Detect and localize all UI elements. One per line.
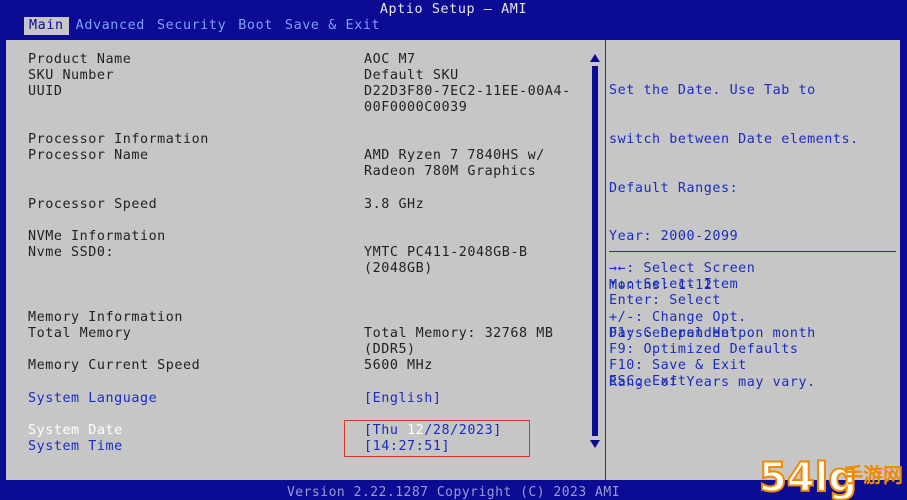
help-line: switch between Date elements.	[609, 132, 859, 148]
nvme-ssd-label: Nvme SSD0:	[28, 245, 115, 260]
nvme-ssd-value-line1: YMTC PC411-2048GB-B	[364, 245, 528, 260]
tab-advanced[interactable]: Advanced	[71, 17, 150, 35]
uuid-label: UUID	[28, 84, 63, 99]
system-time-label[interactable]: System Time	[28, 439, 123, 455]
product-name-value: AOC M7	[364, 52, 416, 67]
scrollbar-thumb[interactable]	[592, 66, 598, 436]
key-select-item: ↑↓: Select Item	[609, 277, 739, 293]
version-footer: Version 2.22.1287 Copyright (C) 2023 AMI	[286, 485, 621, 500]
system-language-label[interactable]: System Language	[28, 391, 157, 407]
help-pane: Set the Date. Use Tab to switch between …	[607, 40, 900, 480]
nvme-ssd-value-line2: (2048GB)	[364, 261, 433, 276]
scroll-up-arrow-icon[interactable]	[590, 54, 600, 62]
memory-heading: Memory Information	[28, 310, 184, 325]
processor-name-value-line1: AMD Ryzen 7 7840HS w/	[364, 148, 545, 163]
key-change-opt: +/-: Change Opt.	[609, 309, 747, 325]
key-enter: Enter: Select	[609, 293, 721, 309]
help-line: Set the Date. Use Tab to	[609, 83, 816, 99]
tab-main[interactable]: Main	[24, 17, 69, 35]
window-title: Aptio Setup – AMI	[379, 2, 528, 17]
total-memory-value-line2: (DDR5)	[364, 342, 416, 357]
key-f9: F9: Optimized Defaults	[609, 341, 799, 357]
key-esc: ESC: Exit	[609, 374, 687, 390]
help-line: Default Ranges:	[609, 180, 739, 196]
help-line: Year: 2000-2099	[609, 229, 739, 245]
key-legend: →←: Select Screen ↑↓: Select Item Enter:…	[609, 261, 798, 391]
sku-number-value: Default SKU	[364, 68, 459, 83]
settings-pane: Product Name AOC M7 SKU Number Default S…	[6, 40, 606, 480]
product-name-label: Product Name	[28, 52, 132, 67]
system-date-label[interactable]: System Date	[28, 423, 123, 439]
memory-speed-label: Memory Current Speed	[28, 358, 201, 373]
sku-number-label: SKU Number	[28, 68, 115, 83]
processor-speed-value: 3.8 GHz	[364, 197, 425, 212]
processor-heading: Processor Information	[28, 132, 209, 147]
menu-bar: Main Advanced Security Boot Save & Exit	[24, 17, 385, 35]
key-f10: F10: Save & Exit	[609, 358, 747, 374]
processor-name-label: Processor Name	[28, 148, 149, 163]
tab-boot[interactable]: Boot	[233, 17, 278, 35]
tab-save-exit[interactable]: Save & Exit	[280, 17, 385, 35]
key-select-screen: →←: Select Screen	[609, 261, 756, 276]
nvme-heading: NVMe Information	[28, 229, 166, 244]
uuid-value-line1: D22D3F80-7EC2-11EE-00A4-	[364, 84, 571, 99]
tab-security[interactable]: Security	[152, 17, 231, 35]
processor-name-value-line2: Radeon 780M Graphics	[364, 164, 537, 179]
processor-speed-label: Processor Speed	[28, 197, 158, 212]
date-time-highlight-box	[344, 420, 530, 457]
system-language-value[interactable]: [English]	[364, 391, 442, 407]
setup-panel: Product Name AOC M7 SKU Number Default S…	[4, 38, 902, 482]
memory-speed-value: 5600 MHz	[364, 358, 433, 373]
scroll-down-arrow-icon[interactable]	[590, 440, 600, 448]
help-divider	[609, 251, 896, 252]
total-memory-value-line1: Total Memory: 32768 MB	[364, 326, 554, 341]
key-f1: F1: General Help	[609, 325, 747, 341]
total-memory-label: Total Memory	[28, 326, 132, 341]
uuid-value-line2: 00F0000C0039	[364, 100, 468, 115]
